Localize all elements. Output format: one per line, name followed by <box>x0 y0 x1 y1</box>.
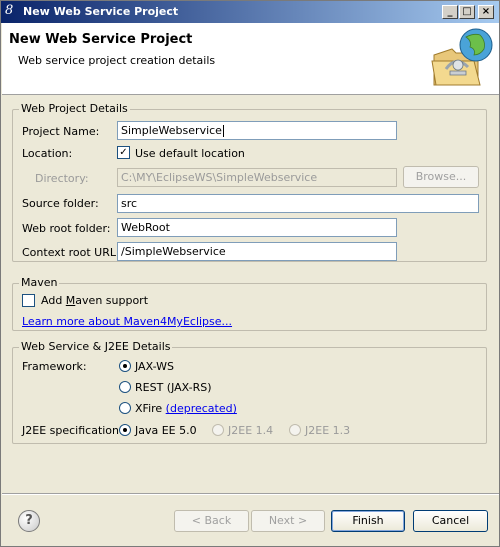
framework-rest-radio[interactable] <box>119 381 131 393</box>
maximize-button[interactable]: □ <box>459 5 475 19</box>
framework-jaxws-label[interactable]: JAX-WS <box>135 360 174 373</box>
radio-selected-dot <box>123 428 127 432</box>
help-icon[interactable]: ? <box>18 510 40 532</box>
use-default-location-checkbox[interactable]: ✓ <box>117 146 130 159</box>
page-title: New Web Service Project <box>9 32 193 47</box>
framework-jaxws-radio[interactable] <box>119 360 131 372</box>
project-name-input[interactable]: SimpleWebservice <box>117 121 397 140</box>
j2ee-13-radio[interactable] <box>289 424 301 436</box>
project-name-value: SimpleWebservice <box>121 124 222 137</box>
j2ee-javaee5-label[interactable]: Java EE 5.0 <box>135 424 197 437</box>
web-root-label: Web root folder: <box>22 222 111 235</box>
xfire-text: XFire <box>135 402 163 415</box>
ws-details-legend: Web Service & J2EE Details <box>19 340 173 353</box>
add-maven-support-label[interactable]: Add Maven support <box>41 294 148 307</box>
footer-separator <box>2 493 499 495</box>
learn-more-maven-link[interactable]: Learn more about Maven4MyEclipse... <box>22 315 232 328</box>
add-maven-suffix: aven support <box>75 294 149 307</box>
finish-button[interactable]: Finish <box>331 510 405 532</box>
j2ee-14-radio[interactable] <box>212 424 224 436</box>
dialog-window: 8 New Web Service Project _ □ × New Web … <box>0 0 500 547</box>
xfire-deprecated-link[interactable]: (deprecated) <box>166 402 237 415</box>
framework-rest-label[interactable]: REST (JAX-RS) <box>135 381 212 394</box>
source-folder-label: Source folder: <box>22 197 99 210</box>
web-root-input[interactable]: WebRoot <box>117 218 397 237</box>
framework-xfire-radio[interactable] <box>119 402 131 414</box>
eclipse-icon: 8 <box>5 3 14 18</box>
back-button[interactable]: < Back <box>174 510 249 532</box>
location-label: Location: <box>22 147 73 160</box>
cancel-button[interactable]: Cancel <box>413 510 488 532</box>
add-maven-support-checkbox[interactable] <box>22 294 35 307</box>
next-button[interactable]: Next > <box>251 510 325 532</box>
source-folder-input[interactable]: src <box>117 194 479 213</box>
directory-label: Directory: <box>35 172 89 185</box>
minimize-button[interactable]: _ <box>442 5 458 19</box>
title-bar[interactable]: 8 New Web Service Project _ □ × <box>1 1 499 23</box>
radio-selected-dot <box>123 364 127 368</box>
use-default-location-label[interactable]: Use default location <box>135 147 245 160</box>
add-maven-prefix: Add <box>41 294 66 307</box>
add-maven-mnemonic: M <box>65 294 76 307</box>
j2ee-javaee5-radio[interactable] <box>119 424 131 436</box>
window-title: New Web Service Project <box>23 5 179 18</box>
j2ee-13-label[interactable]: J2EE 1.3 <box>305 424 350 437</box>
framework-xfire-label[interactable]: XFire (deprecated) <box>135 402 237 415</box>
maven-legend: Maven <box>19 276 60 289</box>
close-button[interactable]: × <box>478 5 494 19</box>
page-subtitle: Web service project creation details <box>18 54 216 67</box>
j2ee-spec-label: J2EE specification: <box>22 424 123 437</box>
directory-input[interactable]: C:\MY\EclipseWS\SimpleWebservice <box>117 168 397 187</box>
context-root-input[interactable]: /SimpleWebservice <box>117 242 397 261</box>
web-project-legend: Web Project Details <box>19 102 130 115</box>
context-root-label: Context root URL: <box>22 246 120 259</box>
text-caret <box>222 125 224 137</box>
project-name-label: Project Name: <box>22 125 100 138</box>
j2ee-14-label[interactable]: J2EE 1.4 <box>228 424 273 437</box>
web-service-wizard-graphic <box>431 28 493 86</box>
wizard-body: Web Project Details Project Name: Simple… <box>2 96 499 486</box>
framework-label: Framework: <box>22 360 87 373</box>
wizard-banner: New Web Service Project Web service proj… <box>2 23 499 95</box>
browse-button[interactable]: Browse... <box>403 166 479 188</box>
